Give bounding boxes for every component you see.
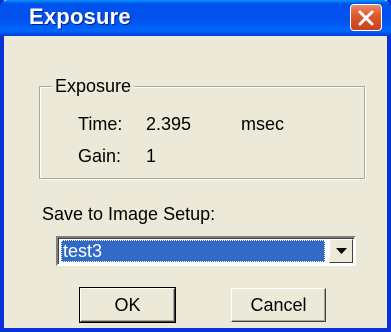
time-unit: msec bbox=[241, 114, 285, 134]
exposure-dialog: Exposure bbox=[0, 0, 391, 332]
window-title: Exposure bbox=[29, 4, 131, 29]
time-label: Time: bbox=[78, 114, 123, 134]
gain-label: Gain: bbox=[78, 146, 122, 166]
close-button[interactable] bbox=[350, 4, 382, 31]
image-setup-select[interactable]: test3 bbox=[56, 236, 356, 266]
ok-button[interactable]: OK bbox=[79, 287, 176, 323]
groupbox-legend: Exposure bbox=[52, 76, 135, 97]
title-bar[interactable]: Exposure bbox=[0, 0, 391, 36]
image-setup-dropdown-button[interactable] bbox=[329, 239, 353, 263]
image-setup-selected-value[interactable]: test3 bbox=[61, 240, 325, 262]
gain-value: 1 bbox=[146, 146, 157, 166]
cancel-button[interactable]: Cancel bbox=[231, 288, 326, 322]
time-value: 2.395 bbox=[146, 114, 192, 134]
image-setup-label: Save to Image Setup: bbox=[42, 204, 216, 224]
